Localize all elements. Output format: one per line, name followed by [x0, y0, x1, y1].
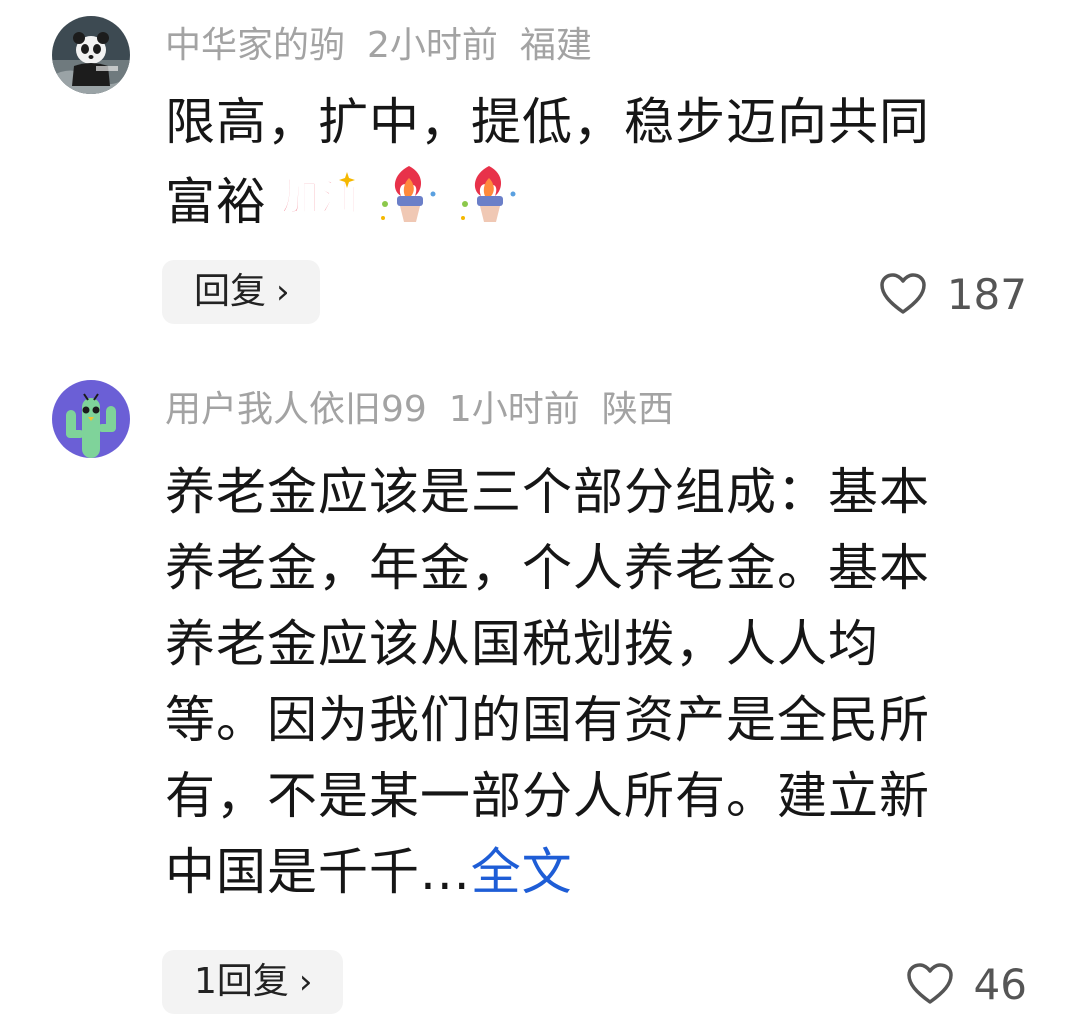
- reply-button[interactable]: 1回复 ›: [162, 950, 343, 1014]
- comment-meta: 用户我人依旧99 1小时前 陕西: [165, 388, 696, 432]
- comment-text: 养老金应该是三个部分组成：基本 养老金，年金，个人养老金。基本 养老金应该从国税…: [165, 454, 1035, 910]
- comment-line: 等。因为我们的国有资产是全民所: [165, 691, 930, 749]
- comment-time: 1小时前: [448, 389, 580, 430]
- comment-line: 中国是千千...全文: [165, 834, 1035, 910]
- like-count: 46: [973, 959, 1027, 1009]
- comment-line: 养老金应该从国税划拨，人人均: [165, 615, 879, 673]
- chevron-right-icon: ›: [298, 962, 313, 1002]
- comment-location: 陕西: [601, 389, 674, 430]
- like-button[interactable]: 46: [906, 952, 1027, 1016]
- comment-line: 养老金应该是三个部分组成：基本: [165, 463, 930, 521]
- comment-item: 用户我人依旧99 1小时前 陕西 养老金应该是三个部分组成：基本 养老金，年金，个人…: [0, 0, 1067, 1022]
- expand-full-text-link[interactable]: 全文: [471, 843, 573, 901]
- avatar-cactus-icon: [52, 380, 130, 458]
- comment-line: 养老金，年金，个人养老金。基本: [165, 539, 930, 597]
- reply-label: 1回复: [194, 961, 289, 1002]
- user-avatar[interactable]: [52, 380, 130, 458]
- username[interactable]: 用户我人依旧99: [165, 389, 427, 430]
- comment-line: 有，不是某一部分人所有。建立新: [165, 767, 930, 825]
- heart-icon: [906, 963, 953, 1004]
- comment-line-text: 中国是千千...: [165, 843, 471, 901]
